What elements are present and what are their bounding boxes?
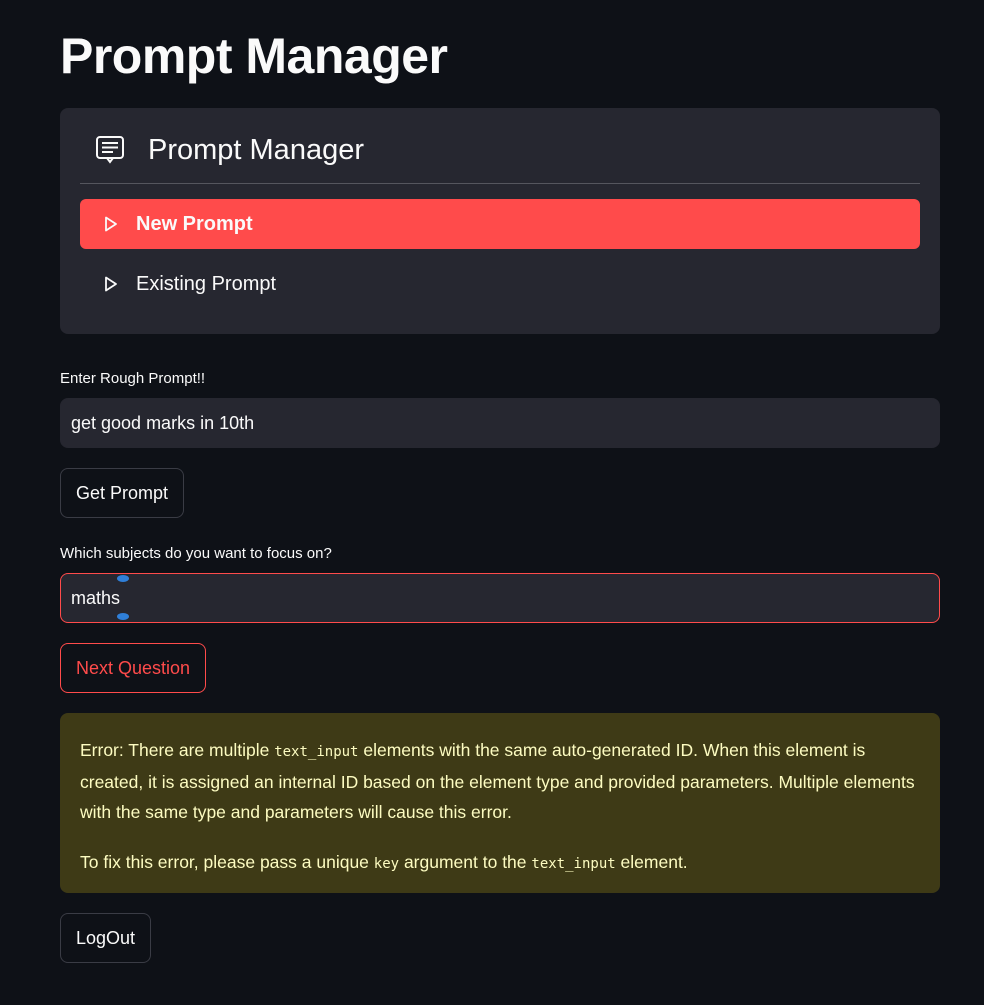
caret-right-icon — [105, 276, 117, 292]
menu-item-new-prompt[interactable]: New Prompt — [80, 199, 920, 249]
error-fix-hint: To fix this error, please pass a unique … — [80, 852, 688, 872]
text-cursor-handle-icon — [117, 575, 129, 582]
card-text-icon — [96, 136, 124, 164]
next-question-button[interactable]: Next Question — [60, 643, 207, 693]
menu-item-existing-prompt[interactable]: Existing Prompt — [80, 259, 920, 309]
menu-title: Prompt Manager — [148, 134, 364, 166]
rough-prompt-label: Enter Rough Prompt!! — [60, 370, 206, 387]
app-page: Prompt Manager Prompt Manager New Prompt… — [0, 0, 984, 1005]
get-prompt-button[interactable]: Get Prompt — [60, 468, 185, 518]
text-cursor-handle-icon — [117, 613, 129, 620]
caret-right-icon — [105, 216, 117, 232]
subjects-input[interactable] — [60, 573, 940, 623]
subjects-label: Which subjects do you want to focus on? — [60, 545, 332, 562]
error-alert: Error: There are multiple text_input ele… — [60, 713, 940, 893]
option-menu: Prompt Manager New Prompt Existing Promp… — [60, 108, 940, 334]
menu-item-label: Existing Prompt — [136, 273, 277, 295]
page-title: Prompt Manager — [60, 28, 448, 84]
menu-header: Prompt Manager — [80, 108, 920, 184]
menu-item-label: New Prompt — [136, 213, 253, 235]
rough-prompt-input[interactable] — [60, 398, 940, 448]
error-message: Error: There are multiple text_input ele… — [80, 740, 915, 822]
logout-button[interactable]: LogOut — [60, 913, 152, 963]
